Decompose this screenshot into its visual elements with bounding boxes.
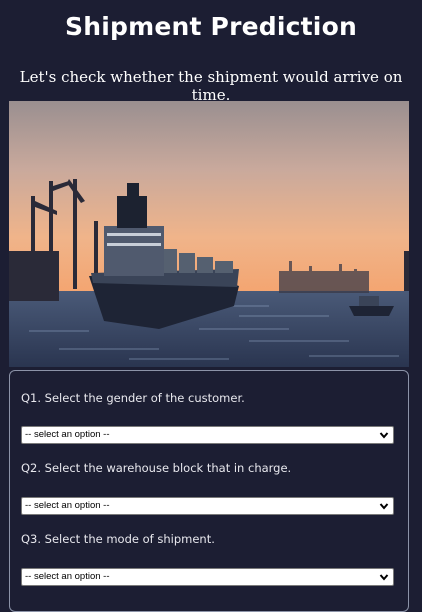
shipment-mode-select-value: -- select an option -- xyxy=(25,571,110,582)
shipment-mode-select[interactable]: -- select an option -- xyxy=(21,568,394,586)
question-gender-label: Q1. Select the gender of the customer. xyxy=(21,391,245,405)
chevron-down-icon xyxy=(379,503,389,510)
warehouse-block-select-value: -- select an option -- xyxy=(25,500,110,511)
question-warehouse-label: Q2. Select the warehouse block that in c… xyxy=(21,461,292,475)
page-subtitle: Let's check whether the shipment would a… xyxy=(19,68,403,104)
page-title: Shipment Prediction xyxy=(65,12,357,41)
cargo-ship-image xyxy=(9,101,409,367)
warehouse-block-select[interactable]: -- select an option -- xyxy=(21,497,394,515)
question-shipment-mode-label: Q3. Select the mode of shipment. xyxy=(21,532,215,546)
gender-select[interactable]: -- select an option -- xyxy=(21,426,394,444)
chevron-down-icon xyxy=(379,574,389,581)
chevron-down-icon xyxy=(379,432,389,439)
gender-select-value: -- select an option -- xyxy=(25,429,110,440)
prediction-form: Q1. Select the gender of the customer. -… xyxy=(9,370,409,612)
